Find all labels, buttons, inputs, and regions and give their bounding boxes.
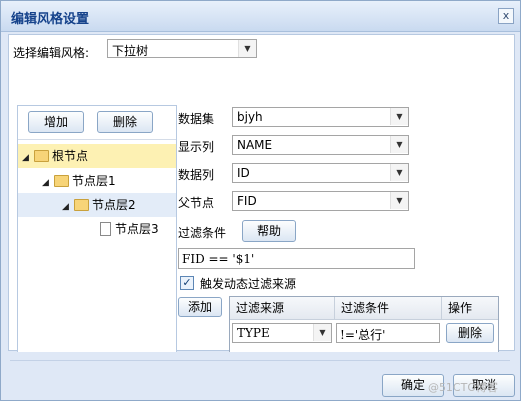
grid-add-button[interactable]: 添加 — [178, 297, 222, 317]
tree-node-label: 节点层2 — [92, 198, 136, 212]
chevron-down-icon: ▼ — [390, 136, 408, 153]
close-button[interactable]: x — [498, 8, 514, 24]
tree-add-label: 增加 — [43, 115, 68, 129]
style-selector-value: 下拉树 — [112, 44, 149, 58]
chevron-down-icon: ▼ — [238, 40, 256, 57]
grid-add-label: 添加 — [187, 300, 212, 314]
dialog-titlebar: 编辑风格设置 x — [1, 1, 520, 32]
parent-node-value: FID — [237, 194, 257, 208]
expand-arrow-icon: ◢ — [22, 153, 29, 163]
filter-source-value: TYPE — [237, 326, 270, 340]
data-column-label: 数据列 — [178, 168, 215, 182]
watermark-text: @51CTO博客 — [427, 381, 498, 394]
ok-label: 确定 — [400, 378, 425, 392]
filter-condition-value: FID == '$1' — [182, 252, 255, 266]
style-selector-label: 选择编辑风格: — [13, 46, 90, 60]
row-delete-button[interactable]: 删除 — [446, 323, 494, 343]
tree-node-label: 节点层1 — [72, 174, 116, 188]
properties-pane: 数据集 bjyh ▼ 显示列 NAME ▼ 数据列 ID ▼ 父节点 FID ▼… — [176, 105, 514, 370]
expand-arrow-icon: ◢ — [62, 202, 69, 212]
table-row: TYPE ▼ !='总行' 删除 — [230, 320, 498, 346]
data-column-value: ID — [237, 166, 250, 180]
dialog-footer: 确定 取消 @51CTO博客 — [1, 352, 520, 400]
tree-node-level3[interactable]: 节点层3 — [18, 217, 176, 241]
tree-delete-button[interactable]: 删除 — [97, 111, 153, 133]
row-delete-label: 删除 — [457, 326, 482, 340]
grid-header-condition: 过滤条件 — [335, 297, 442, 319]
grid-header-source: 过滤来源 — [230, 297, 335, 319]
tree-delete-label: 删除 — [112, 115, 137, 129]
data-column-dropdown[interactable]: ID ▼ — [232, 163, 409, 183]
chevron-down-icon: ▼ — [390, 108, 408, 125]
dialog-body: 选择编辑风格: 下拉树 ▼ 增加 删除 ◢ 根节点 ◢ 节点层1 ◢ 节点层2 … — [8, 34, 515, 370]
row-condition-input[interactable]: !='总行' — [336, 323, 440, 343]
grid-header: 过滤来源 过滤条件 操作 — [230, 297, 498, 320]
folder-icon — [54, 174, 69, 187]
dialog-title: 编辑风格设置 — [11, 12, 90, 27]
footer-divider — [10, 360, 510, 361]
tree-node-level2[interactable]: ◢ 节点层2 — [18, 193, 176, 217]
display-column-value: NAME — [237, 138, 273, 152]
close-icon: x — [502, 9, 510, 22]
tree-node-label: 节点层3 — [115, 222, 159, 236]
style-selector-dropdown[interactable]: 下拉树 ▼ — [107, 39, 257, 58]
filter-source-dropdown[interactable]: TYPE ▼ — [232, 323, 332, 343]
chevron-down-icon: ▼ — [390, 192, 408, 209]
document-icon — [100, 221, 111, 236]
chevron-down-icon: ▼ — [390, 164, 408, 181]
dataset-dropdown[interactable]: bjyh ▼ — [232, 107, 409, 127]
parent-node-label: 父节点 — [178, 196, 215, 210]
filter-condition-input[interactable]: FID == '$1' — [178, 248, 415, 269]
grid-header-action: 操作 — [448, 301, 473, 315]
tree-node-label: 根节点 — [52, 149, 89, 163]
trigger-dynamic-filter-label: 触发动态过滤来源 — [200, 277, 297, 291]
dataset-label: 数据集 — [178, 112, 215, 126]
parent-node-dropdown[interactable]: FID ▼ — [232, 191, 409, 211]
row-condition-value: !='总行' — [340, 328, 386, 342]
style-settings-dialog: 编辑风格设置 x 选择编辑风格: 下拉树 ▼ 增加 删除 ◢ 根节点 ◢ 节点层… — [0, 0, 521, 401]
dataset-value: bjyh — [237, 110, 263, 124]
trigger-dynamic-filter-checkbox[interactable]: ✓ — [180, 276, 194, 290]
folder-icon — [34, 149, 49, 162]
filter-condition-label: 过滤条件 — [178, 226, 227, 240]
help-button[interactable]: 帮助 — [242, 220, 296, 242]
display-column-label: 显示列 — [178, 140, 215, 154]
tree-node-root[interactable]: ◢ 根节点 — [18, 144, 176, 168]
display-column-dropdown[interactable]: NAME ▼ — [232, 135, 409, 155]
tree-panel: 增加 删除 ◢ 根节点 ◢ 节点层1 ◢ 节点层2 节点层3 — [17, 105, 177, 360]
expand-arrow-icon: ◢ — [42, 178, 49, 188]
folder-icon — [74, 198, 89, 211]
chevron-down-icon: ▼ — [313, 324, 331, 341]
style-selector-row: 选择编辑风格: 下拉树 ▼ — [9, 35, 514, 69]
tree-add-button[interactable]: 增加 — [28, 111, 84, 133]
help-label: 帮助 — [256, 224, 281, 238]
tree-node-level1[interactable]: ◢ 节点层1 — [18, 169, 176, 193]
tree-toolbar: 增加 删除 — [18, 106, 176, 140]
